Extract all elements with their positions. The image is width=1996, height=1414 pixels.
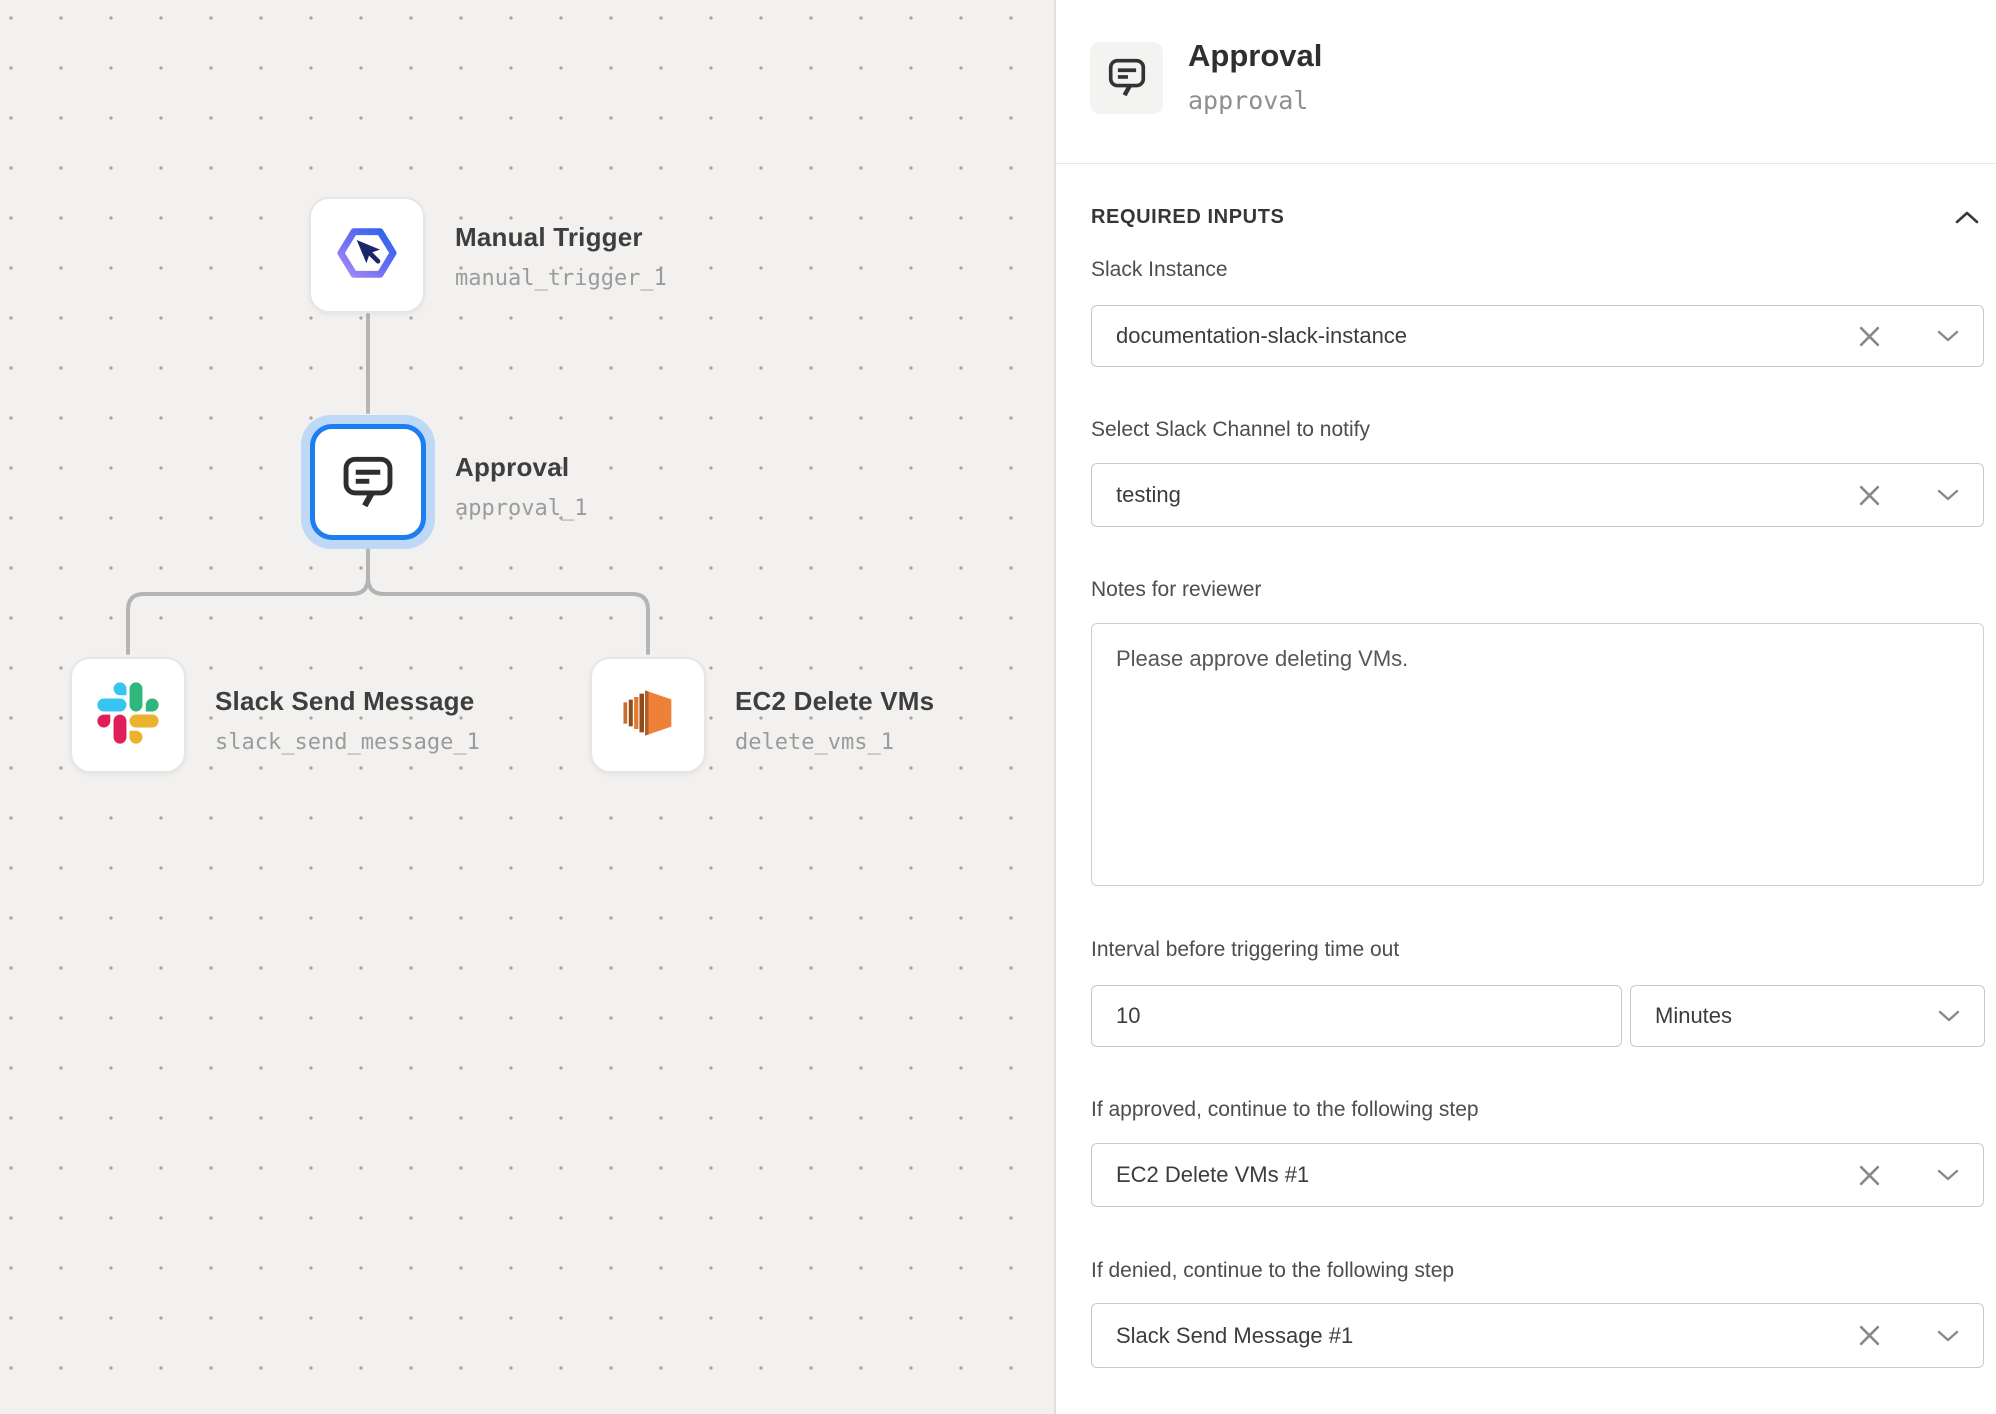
clear-icon[interactable] — [1858, 1164, 1881, 1187]
node-id: manual_trigger_1 — [455, 266, 667, 291]
node-title: Approval — [455, 452, 587, 483]
node-manual-trigger[interactable] — [309, 197, 425, 313]
manual-trigger-hexagon-cursor-icon — [334, 220, 400, 291]
panel-title: Approval — [1188, 38, 1322, 74]
clear-icon[interactable] — [1858, 1324, 1881, 1347]
interval-unit-select[interactable]: Minutes — [1630, 985, 1985, 1047]
chat-bubble-icon — [337, 449, 399, 516]
required-inputs-section-label: REQUIRED INPUTS — [1091, 206, 1284, 229]
field-label-if-approved: If approved, continue to the following s… — [1091, 1098, 1479, 1122]
chevron-up-icon[interactable] — [1954, 210, 1980, 230]
if-approved-step-select[interactable]: EC2 Delete VMs #1 — [1091, 1143, 1984, 1207]
workflow-canvas[interactable]: Manual Trigger manual_trigger_1 Approval… — [0, 0, 1054, 1414]
workflow-app: Manual Trigger manual_trigger_1 Approval… — [0, 0, 1996, 1414]
slack-instance-value: documentation-slack-instance — [1116, 323, 1858, 349]
chevron-down-icon[interactable] — [1937, 330, 1959, 342]
node-title: EC2 Delete VMs — [735, 686, 934, 717]
node-slack-send-message[interactable] — [70, 657, 186, 773]
node-title: Slack Send Message — [215, 686, 480, 717]
chevron-down-icon[interactable] — [1937, 489, 1959, 501]
slack-logo-icon — [97, 682, 159, 749]
node-ec2-delete-vms[interactable] — [590, 657, 706, 773]
node-label: Approval approval_1 — [455, 452, 587, 521]
chat-bubble-icon — [1104, 53, 1150, 104]
field-label-interval: Interval before triggering time out — [1091, 938, 1399, 962]
node-title: Manual Trigger — [455, 222, 667, 253]
node-id: approval_1 — [455, 496, 587, 521]
notes-textarea[interactable]: Please approve deleting VMs. — [1091, 623, 1984, 886]
slack-channel-value: testing — [1116, 482, 1858, 508]
node-id: slack_send_message_1 — [215, 730, 480, 755]
field-label-slack-instance: Slack Instance — [1091, 258, 1228, 282]
chevron-down-icon[interactable] — [1938, 1010, 1960, 1022]
clear-icon[interactable] — [1858, 484, 1881, 507]
node-approval-selection-halo — [301, 415, 435, 549]
field-label-if-denied: If denied, continue to the following ste… — [1091, 1259, 1454, 1283]
field-label-slack-channel: Select Slack Channel to notify — [1091, 418, 1370, 442]
step-config-panel: Approval approval REQUIRED INPUTS Slack … — [1054, 0, 1996, 1414]
slack-instance-select[interactable]: documentation-slack-instance — [1091, 305, 1984, 367]
chevron-down-icon[interactable] — [1937, 1330, 1959, 1342]
interval-value: 10 — [1116, 1003, 1597, 1029]
interval-value-input[interactable]: 10 — [1091, 985, 1622, 1047]
node-label: Slack Send Message slack_send_message_1 — [215, 686, 480, 755]
node-label: EC2 Delete VMs delete_vms_1 — [735, 686, 934, 755]
slack-channel-select[interactable]: testing — [1091, 463, 1984, 527]
panel-subtitle: approval — [1188, 86, 1308, 115]
node-label: Manual Trigger manual_trigger_1 — [455, 222, 667, 291]
if-approved-value: EC2 Delete VMs #1 — [1116, 1162, 1858, 1188]
if-denied-step-select[interactable]: Slack Send Message #1 — [1091, 1303, 1984, 1368]
clear-icon[interactable] — [1858, 325, 1881, 348]
interval-unit-value: Minutes — [1655, 1003, 1938, 1029]
panel-header-icon-box — [1090, 42, 1163, 114]
node-approval[interactable] — [310, 424, 426, 540]
ec2-logo-icon — [616, 681, 680, 750]
node-id: delete_vms_1 — [735, 730, 934, 755]
field-label-notes: Notes for reviewer — [1091, 578, 1261, 602]
chevron-down-icon[interactable] — [1937, 1169, 1959, 1181]
header-divider — [1056, 163, 1996, 164]
if-denied-value: Slack Send Message #1 — [1116, 1323, 1858, 1349]
notes-value: Please approve deleting VMs. — [1116, 646, 1408, 671]
